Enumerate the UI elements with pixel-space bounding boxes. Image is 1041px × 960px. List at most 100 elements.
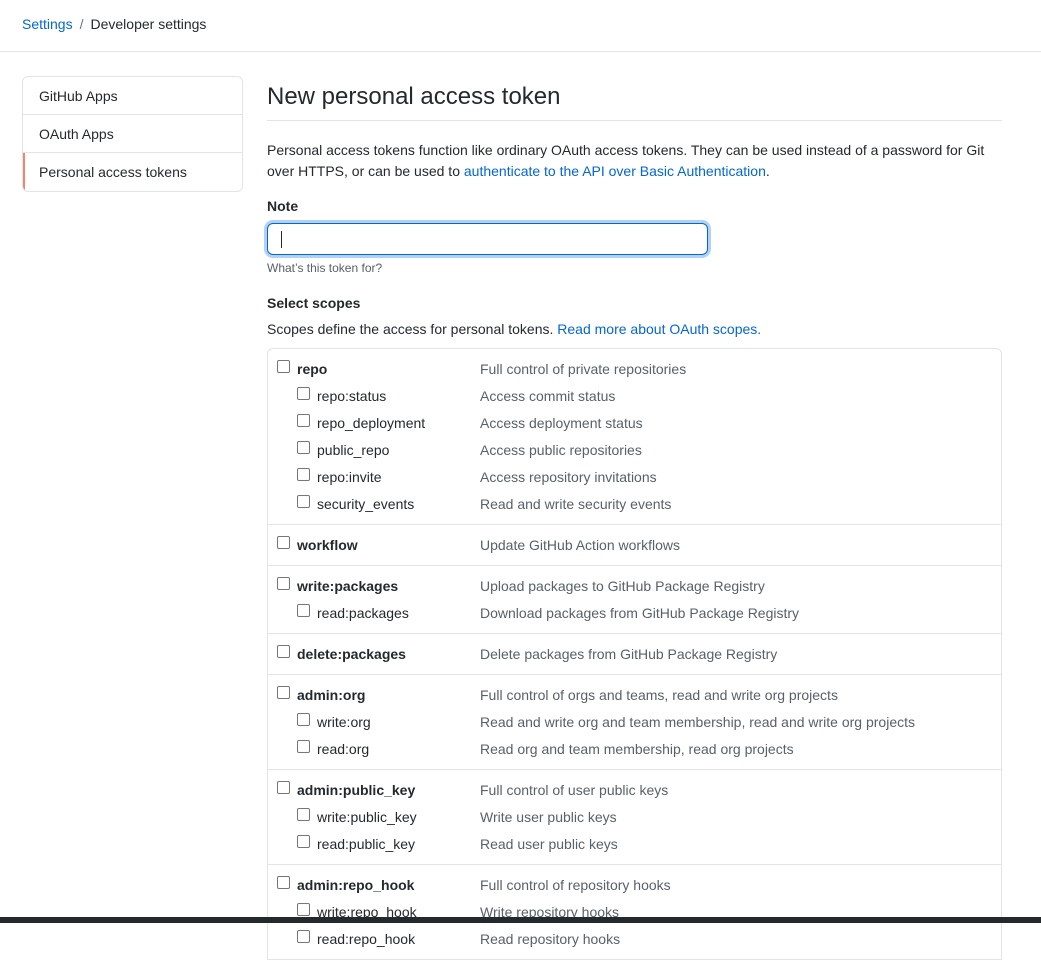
scope-checkbox[interactable] (297, 387, 310, 400)
scope-name[interactable]: admin:org (297, 687, 365, 703)
scope-group: repo Full control of private repositories… (268, 349, 1001, 525)
scope-description: Upload packages to GitHub Package Regist… (480, 578, 765, 594)
scope-row-repo-status: repo:status Access commit status (268, 384, 1001, 411)
scope-row-read-packages: read:packages Download packages from GitH… (268, 601, 1001, 628)
sidenav-item-oauth-apps[interactable]: OAuth Apps (23, 115, 242, 153)
basic-auth-link[interactable]: authenticate to the API over Basic Authe… (464, 163, 766, 179)
scope-description: Read and write org and team membership, … (480, 714, 915, 730)
scope-group: write:packages Upload packages to GitHub … (268, 566, 1001, 634)
scope-name[interactable]: admin:repo_hook (297, 877, 414, 893)
scopes-description: Scopes define the access for personal to… (267, 321, 1002, 337)
scope-name[interactable]: write:public_key (317, 809, 417, 825)
scope-checkbox[interactable] (297, 468, 310, 481)
scope-checkbox[interactable] (277, 645, 290, 658)
scope-row-repo-deployment: repo_deployment Access deployment status (268, 411, 1001, 438)
scope-description: Full control of private repositories (480, 361, 687, 377)
scope-checkbox[interactable] (297, 930, 310, 943)
scope-description: Update GitHub Action workflows (480, 537, 680, 553)
scope-group: admin:public_key Full control of user pub… (268, 770, 1001, 865)
scope-description: Read and write security events (480, 496, 672, 512)
scope-row-security-events: security_events Read and write security e… (268, 492, 1001, 519)
scope-checkbox[interactable] (297, 740, 310, 753)
scope-name[interactable]: write:org (317, 714, 371, 730)
scope-row-admin-repo-hook: admin:repo_hook Full control of repositor… (268, 873, 1001, 900)
scope-checkbox[interactable] (297, 441, 310, 454)
taskbar-edge (0, 917, 1041, 923)
note-input[interactable] (267, 223, 708, 255)
scope-description: Full control of repository hooks (480, 877, 671, 893)
scope-description: Read user public keys (480, 836, 618, 852)
scope-row-admin-public-key: admin:public_key Full control of user pub… (268, 778, 1001, 805)
scope-group: admin:repo_hook Full control of repositor… (268, 865, 1001, 960)
breadcrumb-current: Developer settings (90, 16, 207, 32)
select-scopes-heading: Select scopes (267, 295, 361, 311)
scope-row-repo: repo Full control of private repositories (268, 357, 1001, 384)
scope-checkbox[interactable] (297, 713, 310, 726)
scope-row-write-packages: write:packages Upload packages to GitHub … (268, 574, 1001, 601)
scope-checkbox[interactable] (277, 536, 290, 549)
scope-name[interactable]: repo:status (317, 388, 386, 404)
note-hint: What’s this token for? (267, 261, 383, 275)
scope-group: delete:packages Delete packages from GitH… (268, 634, 1001, 675)
scope-row-read-org: read:org Read org and team membership, re… (268, 737, 1001, 764)
scope-group: workflow Update GitHub Action workflows (268, 525, 1001, 566)
scope-checkbox[interactable] (277, 360, 290, 373)
scope-name[interactable]: write:packages (297, 578, 398, 594)
scope-row-admin-org: admin:org Full control of orgs and teams,… (268, 683, 1001, 710)
scope-checkbox[interactable] (297, 495, 310, 508)
scope-name[interactable]: read:public_key (317, 836, 415, 852)
sidenav-item-personal-access-tokens[interactable]: Personal access tokens (23, 153, 242, 191)
main-content: New personal access token Personal acces… (267, 76, 1002, 960)
scope-name[interactable]: read:org (317, 741, 369, 757)
oauth-scopes-link[interactable]: Read more about OAuth scopes. (557, 321, 761, 337)
scope-description: Delete packages from GitHub Package Regi… (480, 646, 778, 662)
breadcrumb-separator: / (79, 16, 84, 32)
intro-text-end: . (765, 163, 770, 179)
scope-description: Download packages from GitHub Package Re… (480, 605, 800, 621)
developer-settings-nav: GitHub Apps OAuth Apps Personal access t… (22, 76, 243, 192)
note-label: Note (267, 198, 299, 214)
intro-text: Personal access tokens function like ord… (267, 140, 1002, 182)
scope-checkbox[interactable] (277, 876, 290, 889)
scope-name[interactable]: repo_deployment (317, 415, 425, 431)
scope-checkbox[interactable] (277, 577, 290, 590)
scope-row-public-repo: public_repo Access public repositories (268, 438, 1001, 465)
scope-name[interactable]: security_events (317, 496, 414, 512)
scope-row-workflow: workflow Update GitHub Action workflows (268, 533, 1001, 560)
scope-name[interactable]: admin:public_key (297, 782, 415, 798)
scope-checkbox[interactable] (277, 686, 290, 699)
breadcrumb-settings-link[interactable]: Settings (22, 16, 73, 32)
scope-description: Read repository hooks (480, 931, 621, 947)
scope-checkbox[interactable] (277, 781, 290, 794)
scope-description: Read org and team membership, read org p… (480, 741, 794, 757)
scope-checkbox[interactable] (297, 903, 310, 916)
scope-name[interactable]: repo:invite (317, 469, 382, 485)
scope-description: Access public repositories (480, 442, 642, 458)
scope-checkbox[interactable] (297, 835, 310, 848)
scope-description: Full control of user public keys (480, 782, 669, 798)
scope-row-read-public-key: read:public_key Read user public keys (268, 832, 1001, 859)
sidenav-item-github-apps[interactable]: GitHub Apps (23, 77, 242, 115)
scope-name[interactable]: read:packages (317, 605, 409, 621)
scope-description: Access deployment status (480, 415, 643, 431)
scope-checkbox[interactable] (297, 808, 310, 821)
scope-checkbox[interactable] (297, 414, 310, 427)
scope-name[interactable]: repo (297, 361, 327, 377)
scope-group: admin:org Full control of orgs and teams,… (268, 675, 1001, 770)
scope-description: Write user public keys (480, 809, 617, 825)
scope-checkbox[interactable] (297, 604, 310, 617)
scope-row-read-repo-hook: read:repo_hook Read repository hooks (268, 927, 1001, 954)
scope-name[interactable]: read:repo_hook (317, 931, 415, 947)
scope-description: Full control of orgs and teams, read and… (480, 687, 838, 703)
page-title: New personal access token (267, 76, 1002, 121)
scope-name[interactable]: public_repo (317, 442, 389, 458)
scope-name[interactable]: delete:packages (297, 646, 406, 662)
scope-description: Access repository invitations (480, 469, 657, 485)
scope-row-repo-invite: repo:invite Access repository invitations (268, 465, 1001, 492)
scope-row-write-public-key: write:public_key Write user public keys (268, 805, 1001, 832)
scope-description: Access commit status (480, 388, 616, 404)
scope-name[interactable]: workflow (297, 537, 358, 553)
text-caret (281, 231, 282, 248)
scope-row-delete-packages: delete:packages Delete packages from GitH… (268, 642, 1001, 669)
scopes-description-text: Scopes define the access for personal to… (267, 321, 558, 337)
